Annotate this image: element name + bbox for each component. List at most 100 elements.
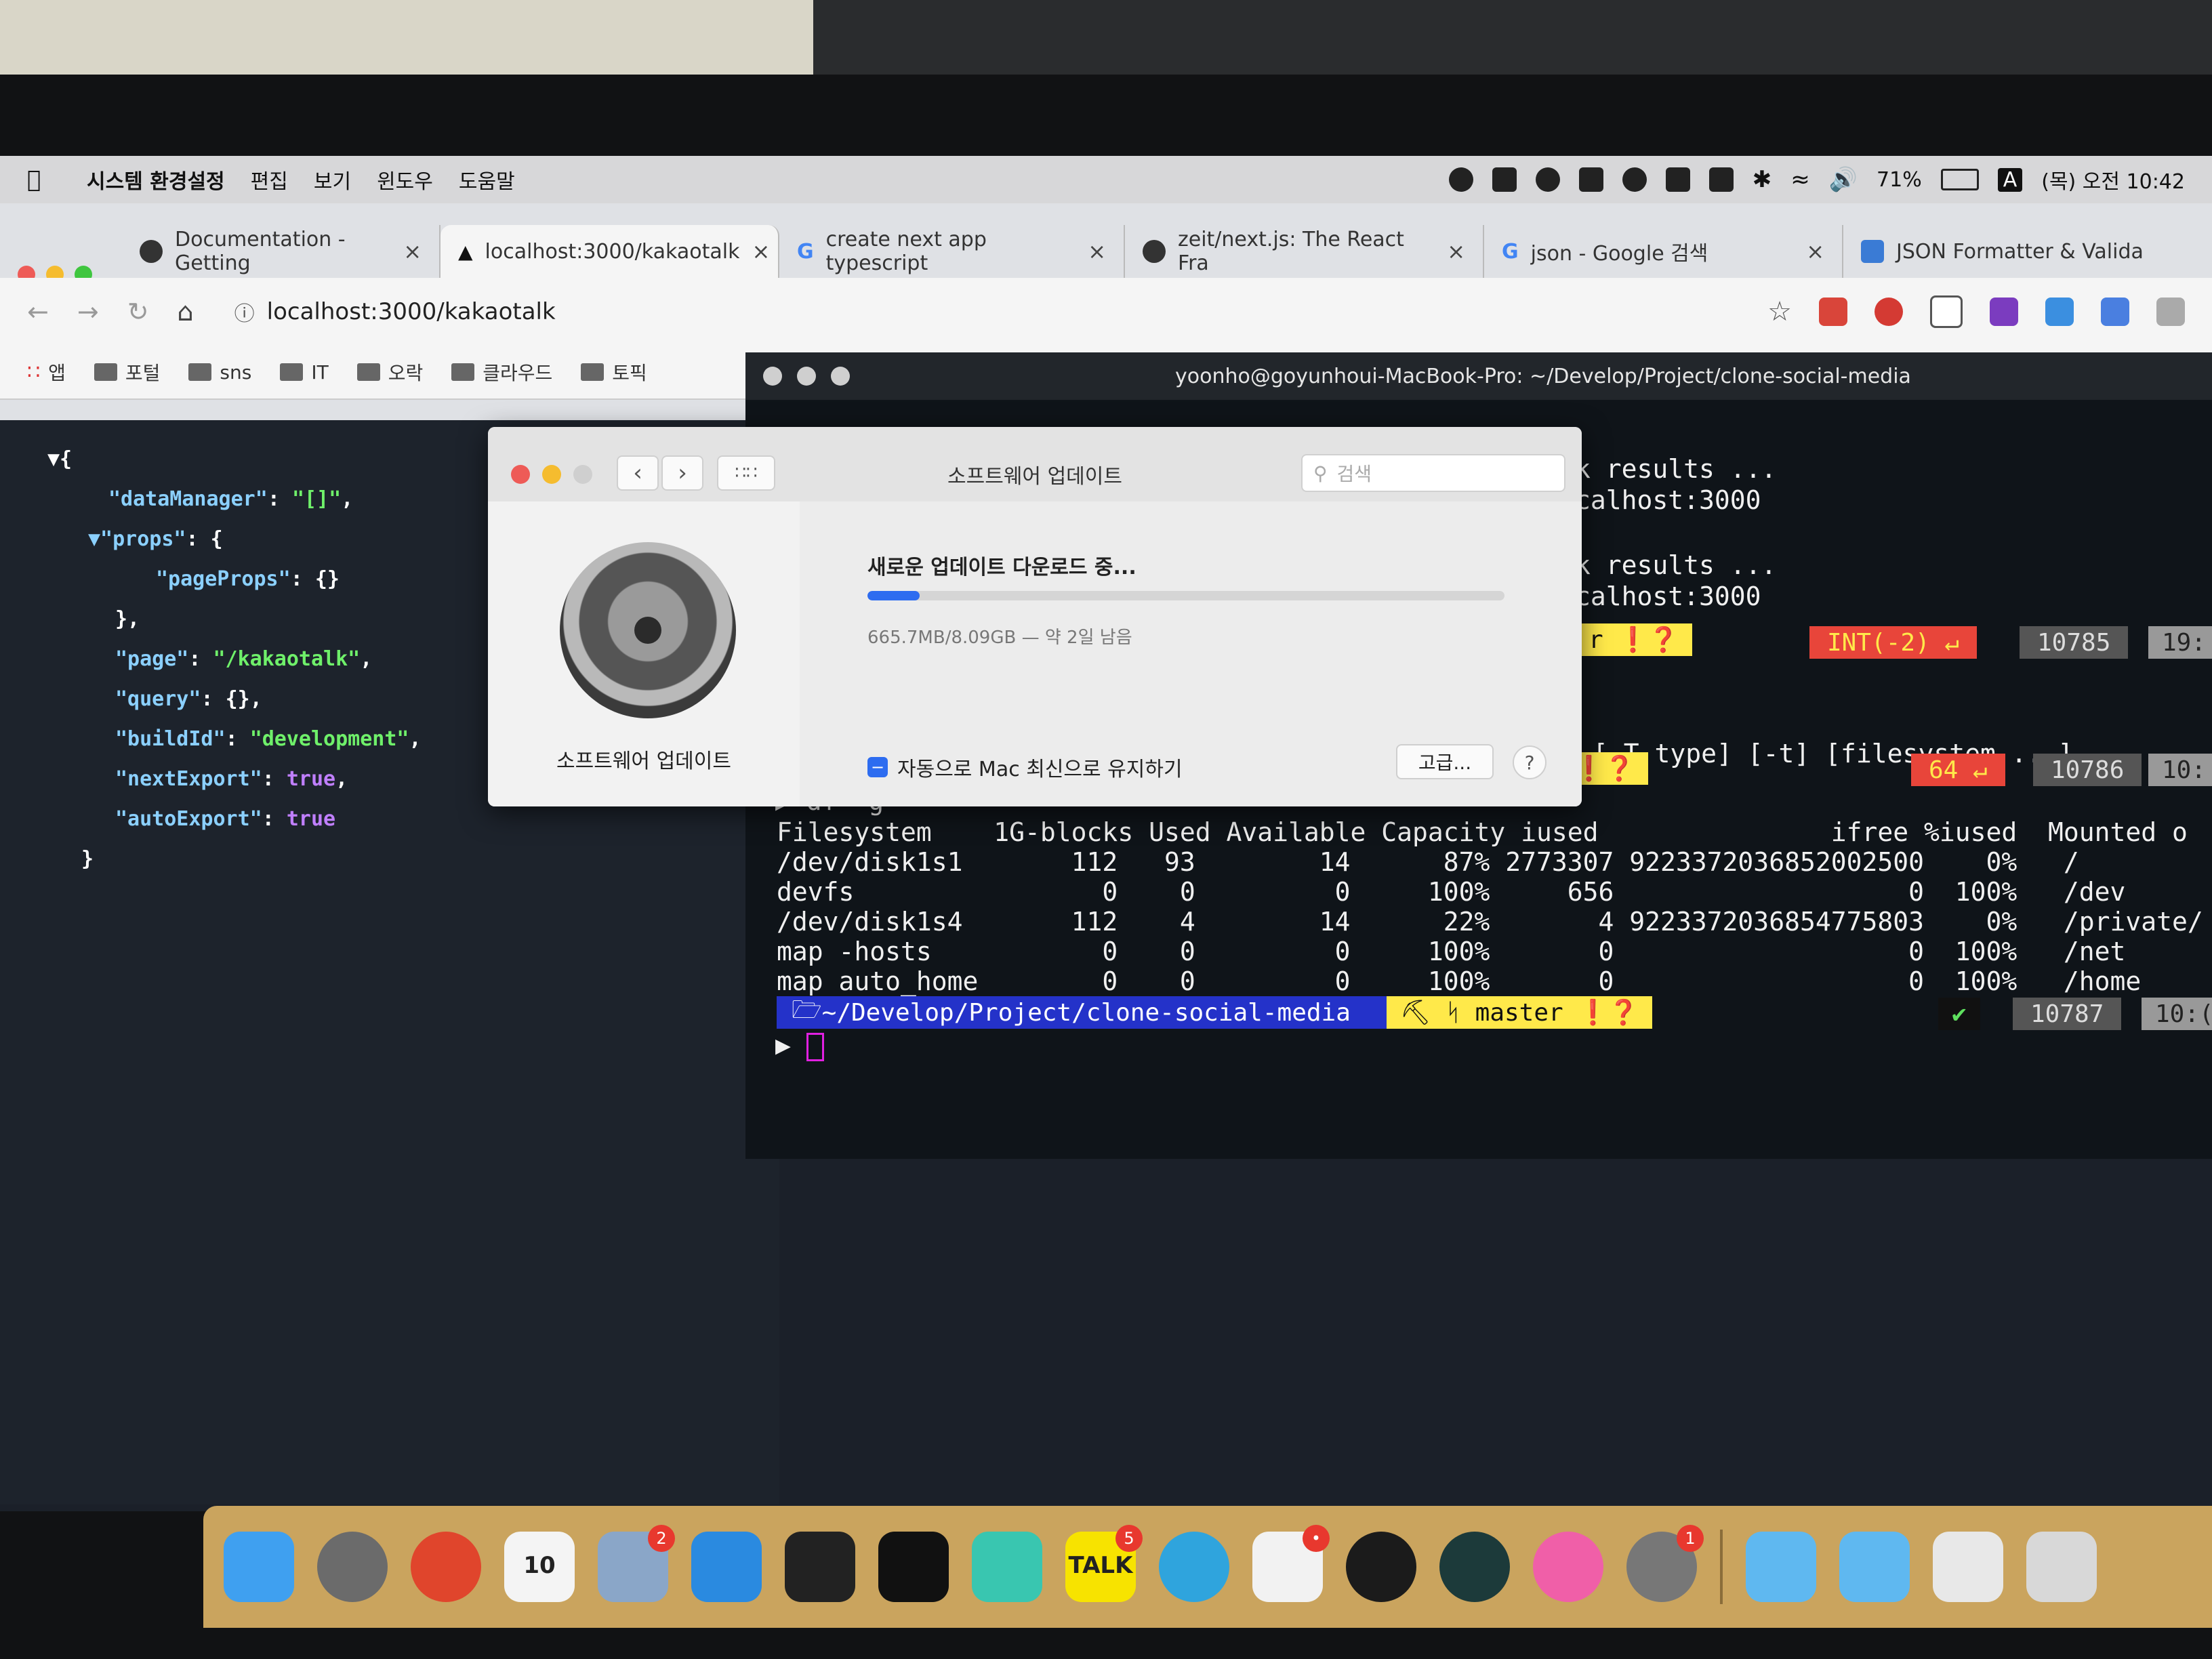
advanced-button[interactable]: 고급...	[1396, 744, 1494, 779]
terminal-icon[interactable]	[785, 1532, 855, 1602]
json-line: "buildId": "development",	[115, 727, 422, 751]
tab-manager-icon[interactable]	[2045, 298, 2074, 326]
calendar-icon[interactable]: 10	[504, 1532, 575, 1602]
slack-icon[interactable]: •	[1252, 1525, 1330, 1602]
menu-app-name[interactable]: 시스템 환경설정	[87, 165, 225, 194]
document-icon[interactable]	[1933, 1532, 2003, 1602]
terminal-titlebar: yoonho@goyunhoui-MacBook-Pro: ~/Develop/…	[745, 352, 2212, 400]
json-key: "pageProps"	[156, 567, 291, 591]
youtube-icon[interactable]	[1346, 1532, 1416, 1602]
home-icon[interactable]: ⌂	[178, 297, 194, 327]
info-icon[interactable]: ⓘ	[234, 297, 255, 327]
menu-edit[interactable]: 편집	[251, 165, 288, 194]
app-store-star-icon[interactable]	[972, 1532, 1042, 1602]
close-icon[interactable]: ×	[752, 239, 770, 264]
launchpad-icon[interactable]	[317, 1532, 388, 1602]
json-key: "nextExport"	[115, 767, 262, 791]
translate-icon[interactable]	[2101, 298, 2129, 326]
folder-icon: 🗁	[792, 996, 822, 1024]
telegram-status-icon[interactable]	[1622, 167, 1647, 192]
tab-github-next[interactable]: zeit/next.js: The React Fra ×	[1125, 225, 1484, 278]
bookmark-folder-it[interactable]: IT	[280, 361, 329, 384]
menu-clock[interactable]: (목) 오전 10:42	[2041, 165, 2185, 194]
wifi-icon[interactable]: ≈	[1790, 166, 1810, 193]
input-source[interactable]: A	[1997, 167, 2023, 192]
json-value: "development"	[249, 727, 409, 751]
menu-window[interactable]: 윈도우	[377, 165, 433, 194]
hyper-icon[interactable]	[878, 1532, 949, 1602]
forward-icon[interactable]: →	[77, 297, 99, 327]
terminal-minimize-button[interactable]	[797, 367, 816, 386]
json-line: "nextExport": true,	[115, 767, 348, 791]
system-preferences-icon[interactable]: 1	[1626, 1525, 1704, 1602]
volume-icon[interactable]: 🔊	[1829, 166, 1858, 193]
tab-json-formatter[interactable]: JSON Formatter & Valida	[1843, 225, 2212, 278]
auto-update-option[interactable]: − 자동으로 Mac 최신으로 유지하기	[867, 752, 1183, 782]
tab-google-json[interactable]: G json - Google 검색 ×	[1484, 225, 1843, 278]
tab-title: create next app typescript	[825, 228, 987, 275]
prompt-time: 19:	[2148, 626, 2212, 659]
battery-percentage[interactable]: 71%	[1877, 168, 1922, 192]
close-icon[interactable]: ×	[1088, 239, 1106, 264]
close-icon[interactable]: ×	[403, 239, 422, 264]
creative-cloud-icon[interactable]	[1448, 167, 1473, 192]
tab-documentation[interactable]: Documentation - Getting ×	[122, 225, 441, 278]
bluetooth-icon[interactable]: ✱	[1753, 166, 1772, 193]
calendar-extension-icon[interactable]	[1819, 298, 1847, 326]
music-icon[interactable]	[1533, 1532, 1603, 1602]
chrome-icon[interactable]	[411, 1532, 481, 1602]
input-prompt[interactable]: ▶	[775, 1030, 824, 1061]
gitkraken-icon[interactable]	[1439, 1532, 1510, 1602]
help-button[interactable]: ?	[1513, 745, 1547, 779]
terminal-zoom-button[interactable]	[831, 367, 850, 386]
extension-icon[interactable]	[2156, 298, 2185, 326]
lock-icon[interactable]	[1708, 167, 1734, 192]
menu-view[interactable]: 보기	[314, 165, 351, 194]
kakaotalk-icon[interactable]: TALK 5	[1065, 1525, 1143, 1602]
tab-create-next-app[interactable]: G create next app typescript ×	[779, 225, 1125, 278]
status-area: ✱ ≈ 🔊 71% A (목) 오전 10:42	[1448, 165, 2185, 194]
onenote-icon[interactable]	[1990, 298, 2018, 326]
battery-icon[interactable]	[1940, 169, 1979, 190]
json-comma: ,	[341, 487, 354, 511]
keyboard-viewer-icon[interactable]	[1665, 167, 1690, 192]
finder-icon[interactable]	[224, 1532, 294, 1602]
notification-badge: 2	[648, 1525, 675, 1552]
bookmark-folder-cloud[interactable]: 클라우드	[451, 359, 552, 386]
reload-icon[interactable]: ↻	[127, 297, 149, 327]
address-text[interactable]: localhost:3000/kakaotalk	[267, 298, 556, 325]
tab-localhost[interactable]: ▲ localhost:3000/kakaotalk ×	[441, 225, 779, 278]
git-status-icon: ❗❓	[1563, 999, 1639, 1027]
bookmark-folder-entertainment[interactable]: 오락	[356, 359, 423, 386]
json-colon: :	[262, 767, 287, 791]
trash-icon[interactable]	[2026, 1532, 2097, 1602]
adblock-plus-icon[interactable]	[1875, 298, 1903, 326]
bookmark-apps[interactable]: ∷ 앱	[27, 359, 66, 386]
back-icon[interactable]: ←	[27, 297, 49, 327]
search-field[interactable]: ⚲ 검색	[1301, 454, 1565, 492]
preview-icon[interactable]: 2	[598, 1525, 675, 1602]
folder-icon[interactable]	[1746, 1532, 1816, 1602]
bookmark-folder-topic[interactable]: 토픽	[581, 359, 647, 386]
bookmark-folder-portal[interactable]: 포털	[94, 359, 160, 386]
stats-icon[interactable]	[1535, 167, 1560, 192]
monitor-control-icon[interactable]	[1492, 167, 1517, 192]
telegram-icon[interactable]	[1159, 1532, 1229, 1602]
bookmark-star-icon[interactable]: ☆	[1767, 296, 1792, 327]
bookmark-folder-sns[interactable]: sns	[188, 361, 251, 384]
auto-update-checkbox[interactable]: −	[867, 757, 888, 777]
exit-status-badge: INT(-2) ↵	[1809, 626, 1978, 659]
close-icon[interactable]: ×	[1806, 239, 1824, 264]
close-icon[interactable]: ×	[1447, 239, 1465, 264]
pocket-icon[interactable]	[1930, 295, 1963, 328]
address-bar[interactable]: ⓘ localhost:3000/kakaotalk	[234, 297, 556, 327]
downloads-folder-icon[interactable]	[1839, 1532, 1910, 1602]
json-colon: :	[201, 687, 226, 711]
apple-icon[interactable]: 	[27, 166, 61, 193]
magnet-icon[interactable]	[1578, 167, 1603, 192]
terminal-close-button[interactable]	[763, 367, 782, 386]
terminal-output-line: calhost:3000	[1575, 581, 1761, 611]
vscode-icon[interactable]	[691, 1532, 762, 1602]
menu-help[interactable]: 도움말	[459, 165, 515, 194]
nextjs-favicon-icon	[140, 240, 163, 263]
